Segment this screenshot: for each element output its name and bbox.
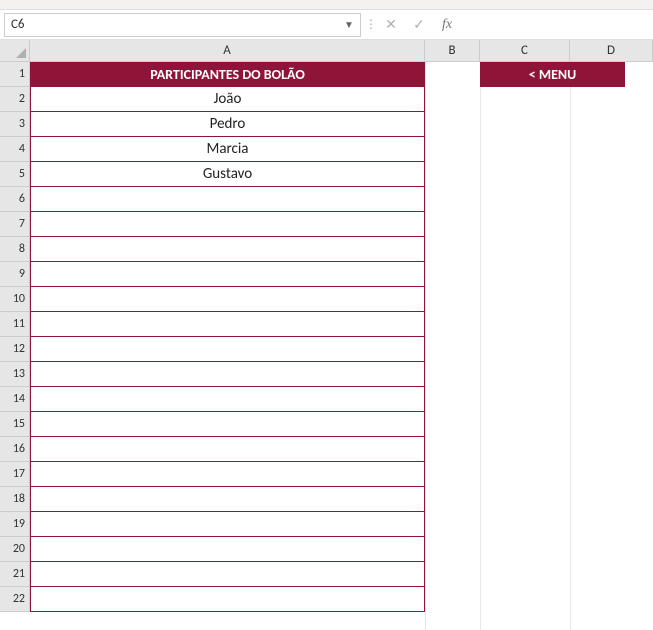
empty-cell[interactable] [30,462,425,487]
empty-cell[interactable] [30,412,425,437]
empty-cell[interactable] [30,487,425,512]
row-header[interactable]: 3 [0,112,30,137]
row-header[interactable]: 9 [0,262,30,287]
formula-input[interactable] [465,13,649,37]
row-header[interactable]: 12 [0,337,30,362]
empty-cell[interactable] [30,287,425,312]
name-box-value: C6 [11,17,344,32]
row-header[interactable]: 17 [0,462,30,487]
participant-cell[interactable]: Marcia [30,137,425,162]
row-header[interactable]: 5 [0,162,30,187]
ribbon-fragment [0,0,653,10]
name-box[interactable]: C6 ▼ [4,13,361,37]
participant-cell[interactable]: João [30,87,425,112]
empty-cell[interactable] [30,587,425,612]
row-header[interactable]: 15 [0,412,30,437]
empty-cell[interactable] [30,362,425,387]
empty-cell[interactable] [30,212,425,237]
row-header[interactable]: 11 [0,312,30,337]
select-all-corner[interactable] [0,40,30,62]
empty-cell[interactable] [30,187,425,212]
row-header[interactable]: 13 [0,362,30,387]
row-header[interactable]: 16 [0,437,30,462]
participant-cell[interactable]: Pedro [30,112,425,137]
worksheet: 12345678910111213141516171819202122 ABCD… [0,40,653,630]
cancel-icon: ✕ [377,13,405,37]
row-header[interactable]: 22 [0,587,30,612]
row-header[interactable]: 19 [0,512,30,537]
row-header[interactable]: 18 [0,487,30,512]
fx-icon[interactable]: fx [433,13,461,37]
empty-cell[interactable] [30,562,425,587]
row-header[interactable]: 2 [0,87,30,112]
row-header[interactable]: 10 [0,287,30,312]
empty-cell[interactable] [30,512,425,537]
empty-cell[interactable] [30,437,425,462]
empty-cell[interactable] [30,337,425,362]
column-header[interactable]: C [480,40,570,62]
check-icon: ✓ [405,13,433,37]
row-header[interactable]: 1 [0,62,30,87]
table-header: PARTICIPANTES DO BOLÃO [30,62,425,87]
chevron-down-icon[interactable]: ▼ [344,18,354,31]
participants-column: PARTICIPANTES DO BOLÃOJoãoPedroMarciaGus… [30,62,425,612]
empty-cell[interactable] [30,312,425,337]
formula-actions: ✕ ✓ fx [377,13,461,37]
row-headers: 12345678910111213141516171819202122 [0,62,30,612]
row-header[interactable]: 14 [0,387,30,412]
participant-cell[interactable]: Gustavo [30,162,425,187]
menu-button[interactable]: < MENU [480,62,625,87]
row-header[interactable]: 20 [0,537,30,562]
row-header[interactable]: 6 [0,187,30,212]
divider-icon: ⋮ [365,17,373,32]
empty-cell[interactable] [30,387,425,412]
empty-cell[interactable] [30,237,425,262]
row-header[interactable]: 7 [0,212,30,237]
column-header[interactable]: A [30,40,425,62]
column-header[interactable]: D [570,40,653,62]
empty-cell[interactable] [30,537,425,562]
empty-cell[interactable] [30,262,425,287]
grid-body[interactable]: PARTICIPANTES DO BOLÃOJoãoPedroMarciaGus… [30,62,653,630]
column-header[interactable]: B [425,40,480,62]
menu-button-label: < MENU [529,66,577,83]
row-header[interactable]: 8 [0,237,30,262]
row-header[interactable]: 4 [0,137,30,162]
row-header[interactable]: 21 [0,562,30,587]
formula-bar-row: C6 ▼ ⋮ ✕ ✓ fx [0,10,653,40]
column-headers: ABCD [30,40,653,62]
